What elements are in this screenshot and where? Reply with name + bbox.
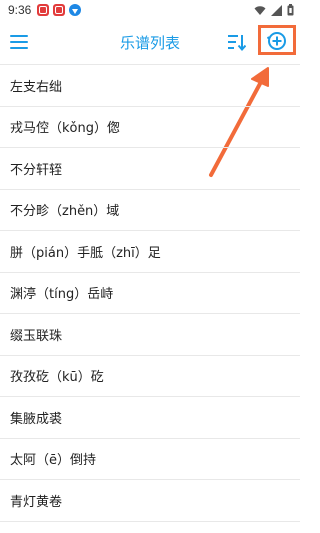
list-item[interactable]: 不分轩轾: [0, 148, 300, 190]
download-icon: [69, 4, 82, 16]
list-item[interactable]: 太阿（ē）倒持: [0, 439, 300, 480]
list-item[interactable]: 孜孜矻（kū）矻: [0, 356, 300, 397]
signal-icon: [271, 4, 282, 16]
score-list-screen: 9:36 乐谱列表 左支右绌 戎马倥（kǒng）偬 不分轩轾 不分畛（zhěn）…: [0, 0, 300, 533]
sort-icon[interactable]: [226, 32, 246, 52]
menu-icon-bar: [10, 47, 28, 49]
list-item[interactable]: 不分畛（zhěn）域: [0, 190, 300, 231]
status-right-icons: [254, 4, 294, 16]
list-item[interactable]: 渊渟（tíng）岳峙: [0, 273, 300, 314]
list-item[interactable]: 戎马倥（kǒng）偬: [0, 107, 300, 148]
list-item[interactable]: 左支右绌: [0, 65, 300, 107]
wifi-icon: [254, 5, 266, 15]
menu-icon-bar: [10, 35, 28, 37]
page-title: 乐谱列表: [119, 33, 180, 52]
red-app-icon: [37, 4, 50, 16]
status-bar: 9:36: [0, 0, 300, 20]
red-app-icon: [53, 4, 66, 16]
score-list: 左支右绌 戎马倥（kǒng）偬 不分轩轾 不分畛（zhěn）域 胼（pián）手…: [0, 64, 300, 522]
status-time: 9:36: [8, 3, 32, 17]
toolbar: 乐谱列表: [0, 20, 300, 64]
list-item[interactable]: 青灯黄卷: [0, 480, 300, 522]
battery-icon: [287, 4, 294, 16]
menu-icon[interactable]: [10, 32, 30, 52]
list-item[interactable]: 缀玉联珠: [0, 314, 300, 356]
menu-icon-bar: [10, 41, 28, 43]
list-item[interactable]: 集腋成裘: [0, 397, 300, 439]
add-score-button[interactable]: [267, 31, 287, 51]
list-item[interactable]: 胼（pián）手胝（zhī）足: [0, 231, 300, 273]
